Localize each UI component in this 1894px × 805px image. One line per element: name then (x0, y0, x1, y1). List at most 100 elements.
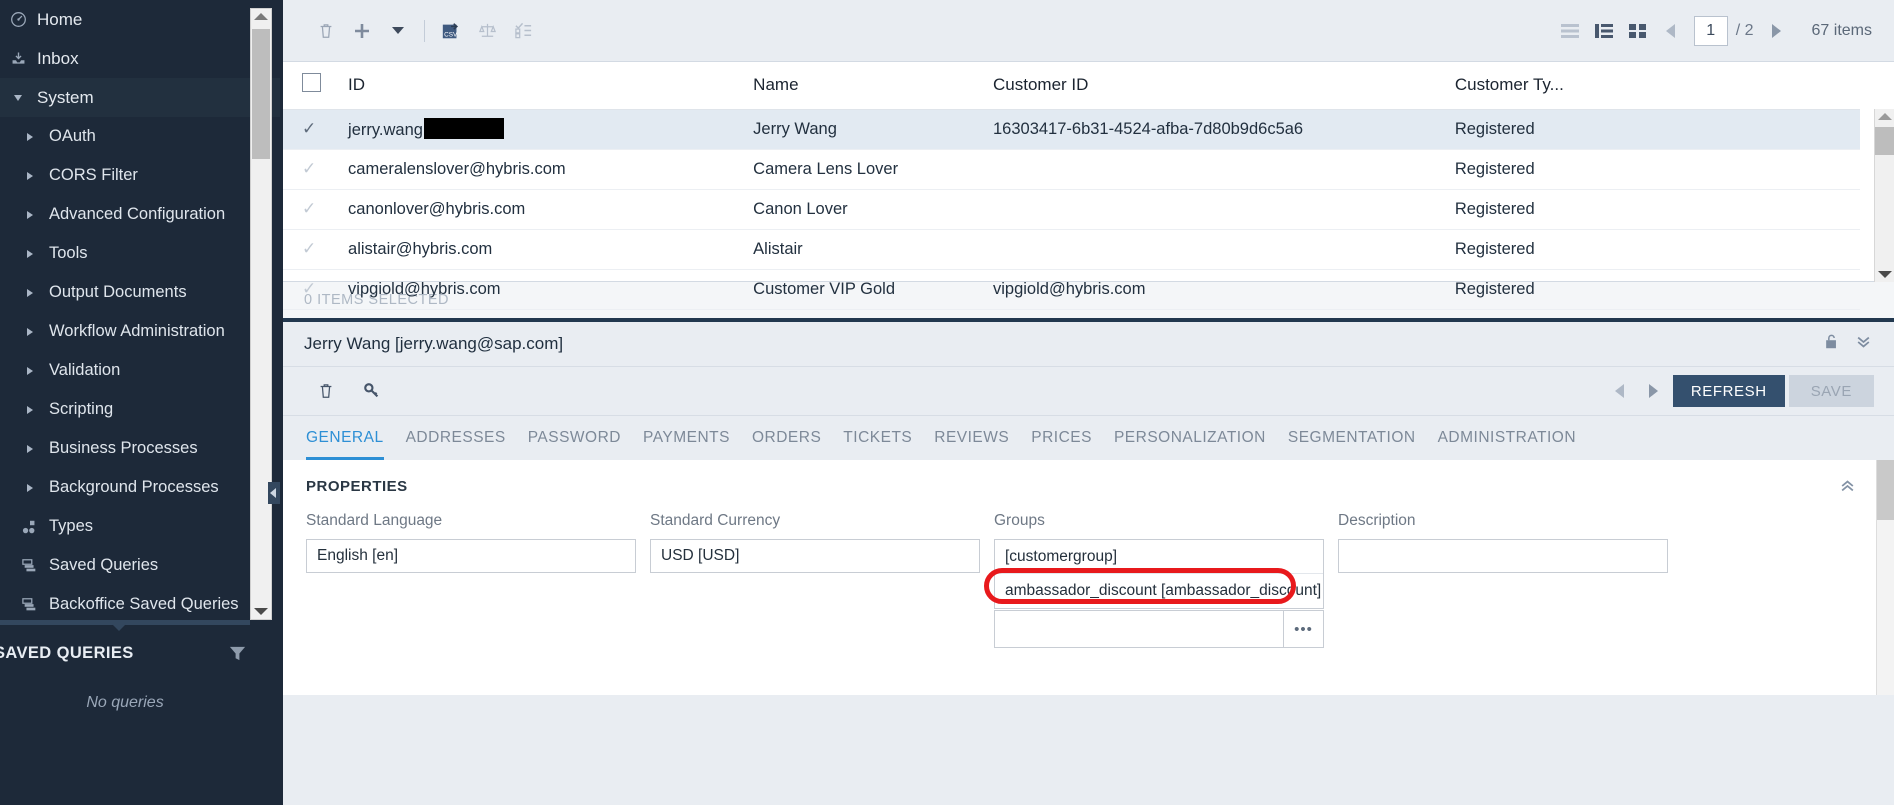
caret-right-icon (18, 171, 42, 180)
sidebar-item-tools[interactable]: Tools (0, 234, 280, 273)
next-page-button[interactable] (1762, 16, 1792, 46)
column-header-customer-id[interactable]: Customer ID (993, 62, 1455, 110)
groups-browse-button[interactable]: ••• (1283, 611, 1323, 647)
caret-right-icon (18, 288, 42, 297)
sidebar-item-advanced-configuration[interactable]: Advanced Configuration (0, 195, 280, 234)
sidebar-item-validation[interactable]: Validation (0, 351, 280, 390)
delete-button[interactable] (308, 13, 344, 49)
scroll-down-icon[interactable] (1877, 271, 1892, 278)
sidebar-item-label: Advanced Configuration (49, 205, 226, 223)
table-row[interactable]: ✓ alistair@hybris.com Alistair Registere… (280, 229, 1860, 270)
detail-delete-button[interactable] (308, 373, 344, 409)
types-icon (18, 519, 42, 535)
list-view-button[interactable] (1554, 16, 1586, 46)
select-all-header (280, 62, 349, 110)
saved-queries-splitter[interactable] (0, 620, 250, 631)
change-password-button[interactable] (354, 373, 390, 409)
caret-right-icon (18, 366, 42, 375)
filter-funnel-icon[interactable] (228, 644, 247, 668)
tab-general[interactable]: GENERAL (306, 429, 384, 460)
scrollbar-thumb[interactable] (1875, 127, 1894, 155)
tab-segmentation[interactable]: SEGMENTATION (1288, 429, 1416, 460)
double-chevron-down-icon[interactable] (1855, 334, 1872, 355)
detail-title-bar: Jerry Wang [jerry.wang@sap.com] (280, 322, 1894, 366)
column-header-name[interactable]: Name (753, 62, 993, 110)
table-row[interactable]: ✓ cameralenslover@hybris.com Camera Lens… (280, 149, 1860, 190)
tab-personalization[interactable]: PERSONALIZATION (1114, 429, 1266, 460)
detail-scrollbar[interactable] (1876, 460, 1894, 695)
row-check-cell[interactable]: ✓ (280, 109, 349, 150)
sidebar-item-scripting[interactable]: Scripting (0, 390, 280, 429)
row-check-cell[interactable]: ✓ (280, 189, 349, 230)
export-csv-button[interactable]: CSV (433, 13, 469, 49)
sidebar-item-label: System (37, 87, 94, 107)
sidebar-item-types[interactable]: Types (0, 507, 280, 546)
tab-addresses[interactable]: ADDRESSES (406, 429, 506, 460)
detail-next-button[interactable] (1639, 376, 1669, 406)
double-chevron-up-icon[interactable] (1839, 478, 1856, 499)
sidebar-item-cors-filter[interactable]: CORS Filter (0, 156, 280, 195)
sidebar-collapse-handle[interactable] (268, 482, 280, 504)
tab-payments[interactable]: PAYMENTS (643, 429, 730, 460)
checklist-button[interactable] (505, 13, 541, 49)
refresh-button[interactable]: REFRESH (1672, 375, 1785, 407)
groups-add-row: ••• (994, 610, 1324, 648)
standard-currency-input[interactable]: USD [USD] (650, 539, 980, 573)
create-button[interactable] (344, 13, 380, 49)
sidebar-item-business-processes[interactable]: Business Processes (0, 429, 280, 468)
saved-queries-empty-text: No queries (86, 694, 164, 711)
sidebar-item-system[interactable]: System (0, 78, 280, 117)
scrollbar-thumb[interactable] (252, 29, 270, 159)
sidebar-item-saved-queries[interactable]: Saved Queries (0, 546, 280, 585)
scroll-up-icon[interactable] (1877, 113, 1892, 120)
grid-view-button[interactable] (1622, 16, 1654, 46)
column-header-id[interactable]: ID (348, 62, 754, 110)
compare-button[interactable] (469, 13, 505, 49)
page-number-input[interactable]: 1 (1693, 15, 1728, 46)
scrollbar-thumb[interactable] (1877, 460, 1894, 520)
sidebar-item-output-documents[interactable]: Output Documents (0, 273, 280, 312)
caret-right-icon (18, 210, 42, 219)
row-check-cell[interactable]: ✓ (280, 269, 349, 310)
tab-password[interactable]: PASSWORD (528, 429, 621, 460)
select-all-checkbox[interactable] (302, 73, 321, 93)
standard-language-input[interactable]: English [en] (306, 539, 636, 573)
description-input[interactable] (1338, 539, 1668, 573)
items-count-label: 67 items (1811, 21, 1872, 39)
table-row[interactable]: ✓ vipgiold@hybris.com Customer VIP Gold … (280, 269, 1860, 310)
scroll-up-icon[interactable] (254, 13, 268, 20)
groups-add-input[interactable] (995, 611, 1283, 647)
backoffice-application: Home Inbox System OAuth CORS Filter Adva… (0, 0, 1894, 805)
sidebar-item-backoffice-saved-queries[interactable]: Backoffice Saved Queries (0, 585, 280, 622)
table-scrollbar[interactable] (1874, 109, 1894, 282)
row-check-cell[interactable]: ✓ (280, 149, 349, 190)
table-row[interactable]: ✓ canonlover@hybris.com Canon Lover Regi… (280, 189, 1860, 230)
group-item-highlighted[interactable]: ambassador_discount [ambassador_discount… (995, 574, 1323, 608)
scroll-down-icon[interactable] (254, 608, 268, 615)
sidebar-scrollbar[interactable] (250, 8, 272, 620)
group-item[interactable]: [customergroup] (995, 540, 1323, 574)
tab-administration[interactable]: ADMINISTRATION (1438, 429, 1576, 460)
row-check-cell[interactable]: ✓ (280, 229, 349, 270)
previous-page-button[interactable] (1656, 16, 1686, 46)
table-row[interactable]: ✓ jerry.wang Jerry Wang 16303417-6b31-45… (280, 109, 1860, 150)
tab-reviews[interactable]: REVIEWS (934, 429, 1009, 460)
tree-view-button[interactable] (1588, 16, 1620, 46)
unlock-icon[interactable] (1824, 334, 1839, 355)
tab-prices[interactable]: PRICES (1031, 429, 1092, 460)
tab-orders[interactable]: ORDERS (752, 429, 821, 460)
tab-tickets[interactable]: TICKETS (843, 429, 912, 460)
detail-previous-button[interactable] (1605, 376, 1635, 406)
sidebar-item-home[interactable]: Home (0, 0, 280, 39)
check-icon: ✓ (302, 199, 317, 218)
column-header-customer-type[interactable]: Customer Ty... (1454, 62, 1860, 110)
navigation-sidebar: Home Inbox System OAuth CORS Filter Adva… (0, 0, 280, 805)
sidebar-item-workflow-administration[interactable]: Workflow Administration (0, 312, 280, 351)
cell-name: Jerry Wang (753, 109, 993, 150)
create-dropdown-button[interactable] (380, 13, 416, 49)
caret-right-icon (18, 327, 42, 336)
sidebar-item-oauth[interactable]: OAuth (0, 117, 280, 156)
sidebar-item-background-processes[interactable]: Background Processes (0, 468, 280, 507)
sidebar-item-inbox[interactable]: Inbox (0, 39, 280, 78)
inbox-icon (6, 50, 30, 67)
